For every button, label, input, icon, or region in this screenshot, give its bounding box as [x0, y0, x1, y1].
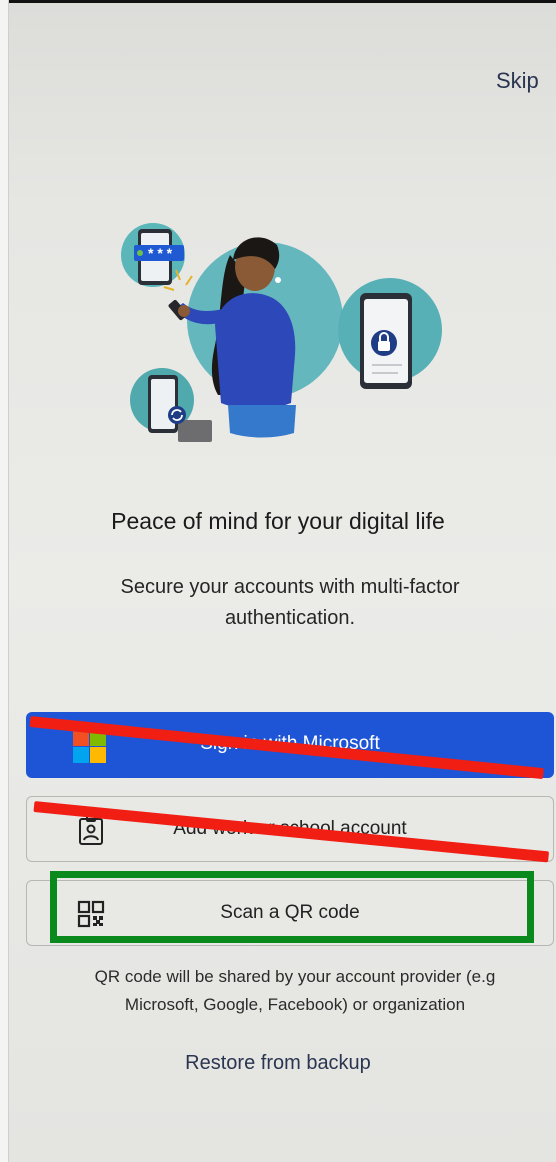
qr-note: QR code will be shared by your account p…: [94, 967, 496, 1014]
left-edge: [0, 0, 9, 1162]
subtitle: Secure your accounts with multi-factor a…: [120, 576, 460, 629]
hero-illustration: * * *: [121, 223, 442, 442]
skip-button[interactable]: Skip: [496, 68, 539, 94]
password-mask: * * *: [148, 245, 173, 261]
top-border: [0, 0, 556, 3]
green-highlight-annotation: [50, 871, 534, 943]
restore-from-backup-link[interactable]: Restore from backup: [0, 1052, 556, 1075]
headline: Peace of mind for your digital life: [111, 508, 445, 534]
